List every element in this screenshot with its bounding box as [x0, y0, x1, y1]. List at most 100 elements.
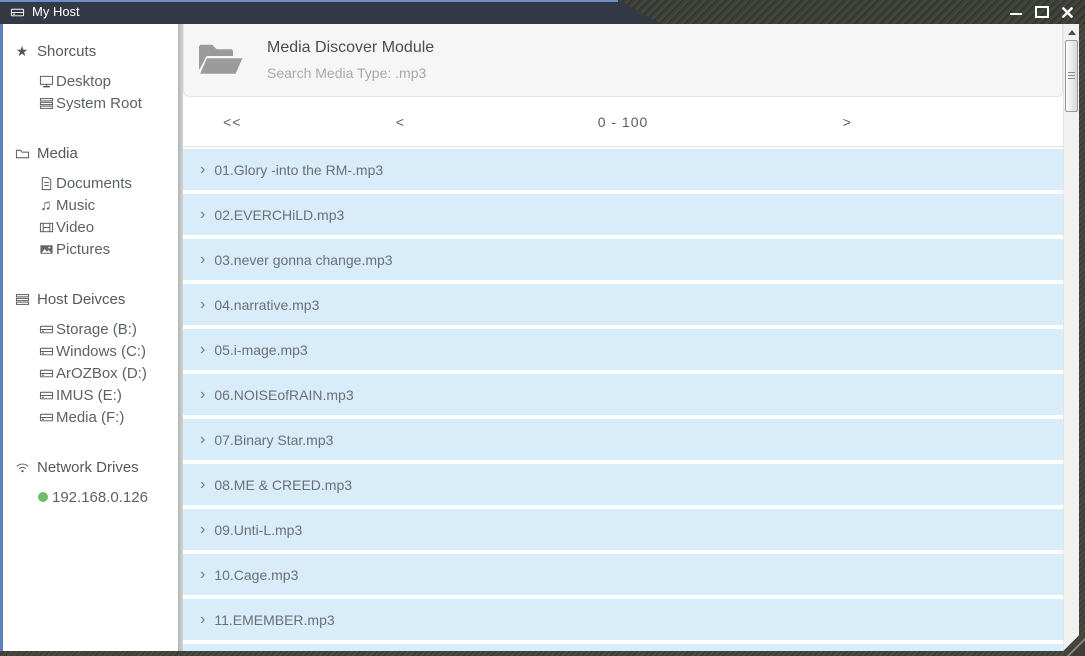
pagination-range-label: 0 - 100: [598, 114, 649, 130]
file-row[interactable]: › 06.NOISEofRAIN.mp3: [183, 374, 1063, 415]
pagination-prev-button[interactable]: <: [396, 114, 405, 130]
sidebar-item-storage-b[interactable]: Storage (B:): [3, 318, 178, 340]
chevron-right-icon: ›: [200, 162, 205, 178]
sidebar-item-music[interactable]: ♫ Music: [3, 194, 178, 216]
sidebar-item-media-f[interactable]: Media (F:): [3, 406, 178, 428]
window-accent-edge: [0, 0, 618, 2]
wifi-icon: [14, 459, 30, 475]
main-panel: Media Discover Module Search Media Type:…: [183, 24, 1063, 651]
monitor-icon: [38, 73, 54, 89]
hdd-icon: [38, 365, 54, 381]
sidebar-section-label: Shorcuts: [37, 43, 96, 60]
file-row[interactable]: ›04.narrative.mp3: [183, 284, 1063, 325]
file-name: 06.NOISEofRAIN.mp3: [214, 387, 353, 403]
sidebar-item-label: Pictures: [56, 241, 110, 258]
file-row[interactable]: ›11.EMEMBER.mp3: [183, 599, 1063, 640]
sidebar-item-documents[interactable]: Documents: [3, 172, 178, 194]
file-row[interactable]: › 07.Binary Star.mp3: [183, 419, 1063, 460]
file-row[interactable]: ›02.EVERCHiLD.mp3: [183, 194, 1063, 235]
sidebar-header-network-drives: Network Drives: [3, 456, 178, 478]
sidebar-header-media: Media: [3, 142, 178, 164]
scrollbar-up-icon[interactable]: [1064, 24, 1079, 40]
sidebar-item-windows-c[interactable]: Windows (C:): [3, 340, 178, 362]
sidebar-section-shortcuts: ★ Shorcuts Desktop System Root: [3, 40, 178, 114]
file-row[interactable]: › 03.never gonna change.mp3: [183, 239, 1063, 280]
sidebar-item-desktop[interactable]: Desktop: [3, 70, 178, 92]
chevron-right-icon: ›: [200, 252, 205, 268]
scrollbar-thumb[interactable]: [1065, 40, 1078, 112]
hdd-icon: [9, 4, 25, 20]
sidebar-item-imus-e[interactable]: IMUS (E:): [3, 384, 178, 406]
online-status-dot: [38, 492, 48, 502]
sidebar-item-arozbox-d[interactable]: ArOZBox (D:): [3, 362, 178, 384]
sidebar-section-label: Network Drives: [37, 459, 139, 476]
sidebar-item-label: Media (F:): [56, 409, 124, 426]
system-root-icon: [38, 95, 54, 111]
desktop-wallpaper-sliver: [0, 0, 1085, 24]
sidebar-header-shortcuts: ★ Shorcuts: [3, 40, 178, 62]
sidebar-item-label: System Root: [56, 95, 142, 112]
sidebar-item-label: Video: [56, 219, 94, 236]
file-row-partial[interactable]: [183, 644, 1063, 651]
sidebar-item-video[interactable]: Video: [3, 216, 178, 238]
server-stack-icon: [14, 291, 30, 307]
file-name: 09.Unti-L.mp3: [214, 522, 302, 538]
sidebar-item-label: Windows (C:): [56, 343, 146, 360]
module-subtitle: Search Media Type: .mp3: [267, 65, 434, 81]
maximize-icon[interactable]: [1034, 5, 1049, 19]
film-icon: [38, 219, 54, 235]
file-row[interactable]: › 05.i-mage.mp3: [183, 329, 1063, 370]
sidebar-header-host-devices: Host Deivces: [3, 288, 178, 310]
sidebar-item-system-root[interactable]: System Root: [3, 92, 178, 114]
sidebar-item-pictures[interactable]: Pictures: [3, 238, 178, 260]
chevron-right-icon: ›: [200, 522, 205, 538]
music-note-icon: ♫: [38, 197, 54, 213]
window-bottom-border: [0, 651, 1085, 656]
hdd-icon: [38, 387, 54, 403]
module-title: Media Discover Module: [267, 39, 434, 57]
sidebar-item-label: 192.168.0.126: [52, 489, 148, 506]
window-right-border: [1079, 24, 1085, 651]
file-name: 03.never gonna change.mp3: [214, 252, 392, 268]
file-name: 01.Glory -into the RM-.mp3: [214, 162, 383, 178]
star-icon: ★: [14, 43, 30, 59]
file-row[interactable]: › 09.Unti-L.mp3: [183, 509, 1063, 550]
file-row[interactable]: › 01.Glory -into the RM-.mp3: [183, 149, 1063, 190]
minimize-icon[interactable]: [1008, 5, 1023, 19]
file-name: 10.Cage.mp3: [214, 567, 298, 583]
chevron-right-icon: ›: [200, 342, 205, 358]
chevron-right-icon: ›: [200, 477, 205, 493]
sidebar-section-host-devices: Host Deivces Storage (B:) Windows (C:): [3, 288, 178, 428]
resize-grip[interactable]: [1062, 633, 1085, 656]
scrollbar-track[interactable]: [1063, 24, 1079, 651]
sidebar-section-media: Media Documents ♫ Music: [3, 142, 178, 260]
file-name: 05.i-mage.mp3: [214, 342, 307, 358]
file-row[interactable]: ›08.ME & CREED.mp3: [183, 464, 1063, 505]
file-row[interactable]: › 10.Cage.mp3: [183, 554, 1063, 595]
chevron-right-icon: ›: [200, 207, 205, 223]
hdd-icon: [38, 409, 54, 425]
pagination-bar: << < 0 - 100 >: [183, 97, 1063, 147]
app-window: My Host ★ Shorcuts: [0, 0, 1085, 656]
chevron-right-icon: ›: [200, 432, 205, 448]
file-name: 07.Binary Star.mp3: [214, 432, 333, 448]
sidebar-section-network-drives: Network Drives 192.168.0.126: [3, 456, 178, 508]
chevron-right-icon: ›: [200, 612, 205, 628]
picture-icon: [38, 241, 54, 257]
titlebar[interactable]: My Host: [0, 0, 1085, 24]
sidebar-item-network-host[interactable]: 192.168.0.126: [3, 486, 178, 508]
hdd-icon: [38, 343, 54, 359]
pagination-next-button[interactable]: >: [843, 114, 852, 130]
sidebar-item-label: Music: [56, 197, 95, 214]
pagination-first-button[interactable]: <<: [223, 114, 241, 130]
chevron-right-icon: ›: [200, 567, 205, 583]
close-icon[interactable]: [1060, 5, 1075, 19]
sidebar-item-label: Desktop: [56, 73, 111, 90]
open-folder-icon: [197, 39, 245, 81]
chevron-right-icon: ›: [200, 387, 205, 403]
folder-icon: [14, 145, 30, 161]
document-icon: [38, 175, 54, 191]
window-title: My Host: [32, 4, 80, 20]
module-header: Media Discover Module Search Media Type:…: [183, 24, 1063, 97]
file-list: › 01.Glory -into the RM-.mp3 ›02.EVERCHiL…: [183, 147, 1063, 651]
